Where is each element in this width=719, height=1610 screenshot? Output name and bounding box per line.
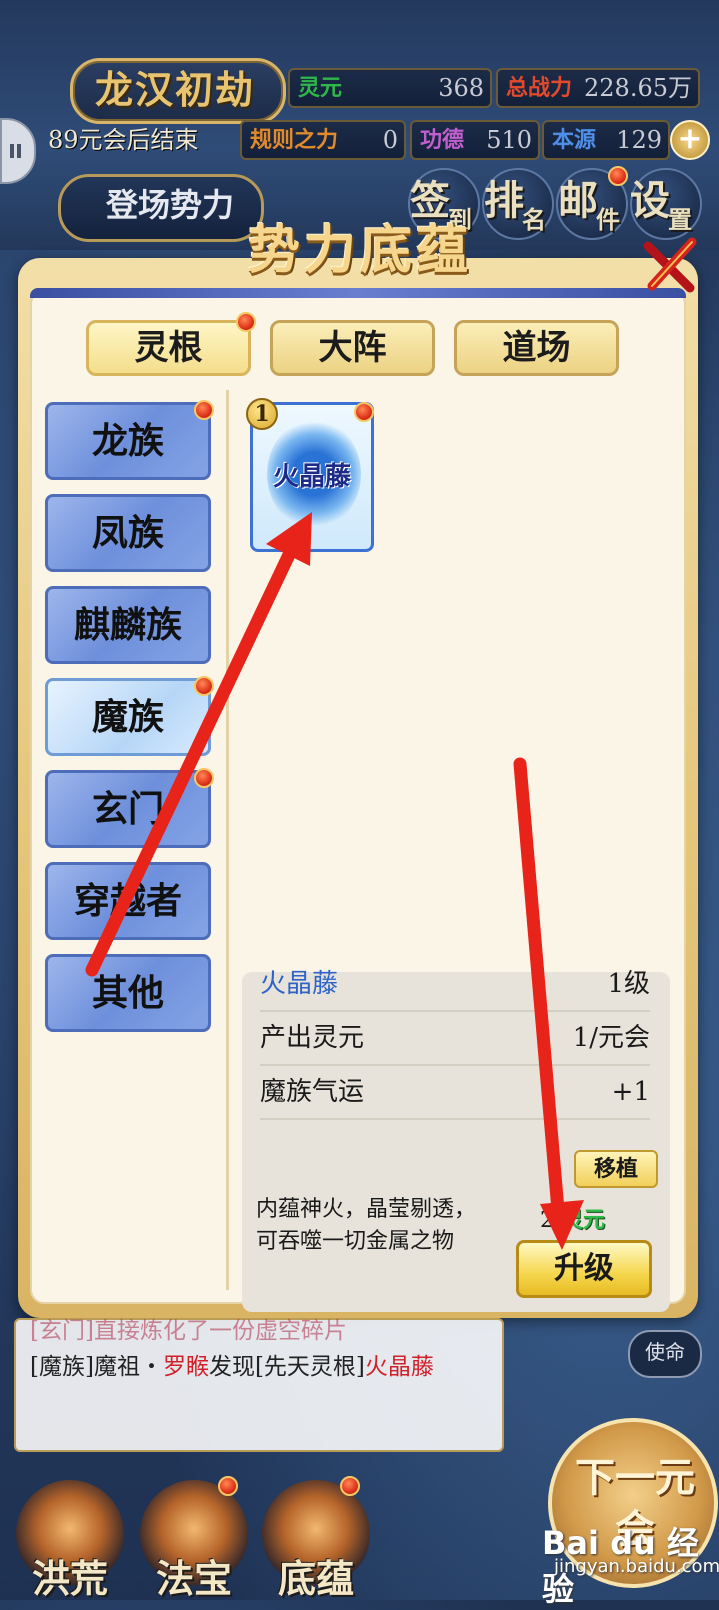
nav-heritage-label: 底蕴 [277, 1556, 354, 1601]
upgrade-button[interactable]: 升级 [516, 1240, 652, 1298]
log-name: 罗睺 [162, 1354, 209, 1380]
log-mid: 发现[先天灵根] [208, 1354, 365, 1380]
nav-treasure-label: 法宝 [155, 1556, 232, 1601]
info-row-name: 火晶藤 1级 [260, 958, 650, 1012]
stat-label: 规则之力 [250, 127, 339, 153]
stat-label: 总战力 [506, 75, 573, 101]
nav-heritage-badge [340, 1476, 360, 1496]
log-line: [魔族]魔祖・罗睺发现[先天灵根]火晶藤 [30, 1350, 490, 1384]
card-notification-dot [354, 402, 374, 422]
info-label: 魔族气运 [260, 1077, 365, 1107]
stat-value: 510 [486, 126, 532, 154]
sidebar-item-xuanmen[interactable]: 玄门 [45, 770, 211, 848]
mail-label-small: 件 [596, 205, 620, 234]
stat-lingyuan: 灵元 368 [288, 68, 492, 108]
sidebar-item-traveler[interactable]: 穿越者 [45, 862, 211, 940]
description-line: 可吞噬一切金属之物 [256, 1229, 455, 1254]
info-row-fortune: 魔族气运 +1 [260, 1066, 650, 1120]
sidebar-item-demon[interactable]: 魔族 [45, 678, 211, 756]
info-label: 产出灵元 [260, 1023, 365, 1053]
panel-title: 势力底蕴 [247, 220, 472, 281]
log-line: [玄门]直接炼化了一份虚空碎片 [30, 1318, 347, 1344]
log-item: 火晶藤 [364, 1354, 434, 1380]
sidebar-item-qilin[interactable]: 麒麟族 [45, 586, 211, 664]
sidebar-item-other[interactable]: 其他 [45, 954, 211, 1032]
mail-notification-dot [608, 166, 628, 186]
stat-value: 129 [616, 126, 662, 154]
card-name: 火晶藤 [272, 462, 351, 492]
upgrade-cost: 2 灵元 [540, 1204, 652, 1236]
mission-button[interactable]: 使命 [628, 1330, 702, 1378]
stat-origin: 本源 129 [542, 120, 670, 160]
tab-grand-array[interactable]: 大阵 [270, 320, 435, 376]
era-title: 龙汉初劫 [94, 67, 255, 112]
nav-treasure-badge [218, 1476, 238, 1496]
sidebar-item-dragon[interactable]: 龙族 [45, 402, 211, 480]
stat-value: 0 [382, 126, 398, 154]
plus-icon[interactable]: + [670, 120, 710, 160]
info-value: +1 [611, 1077, 650, 1107]
stat-label: 灵元 [298, 75, 343, 101]
sidebar-item-phoenix[interactable]: 凤族 [45, 494, 211, 572]
sidebar-xuanmen-badge [194, 768, 214, 788]
settings-label-small: 置 [668, 205, 692, 234]
cost-amount: 2 [540, 1208, 554, 1233]
description-line: 内蕴神火，晶莹剔透， [256, 1197, 477, 1222]
close-icon[interactable] [640, 236, 700, 296]
panel-top-band [30, 288, 686, 298]
info-value: 1/元会 [572, 1023, 650, 1053]
item-description: 内蕴神火，晶莹剔透， 可吞噬一切金属之物 [256, 1194, 496, 1264]
stat-value: 228.65万 [584, 74, 692, 102]
sidebar-dragon-badge [194, 400, 214, 420]
item-level: 1级 [607, 969, 650, 999]
tab-spirit-root-badge [236, 312, 256, 332]
stat-merit: 功德 510 [410, 120, 540, 160]
log-prefix: [魔族]魔祖・ [30, 1354, 163, 1380]
info-row-output: 产出灵元 1/元会 [260, 1012, 650, 1066]
sidebar-demon-badge [194, 676, 214, 696]
watermark-site: jingyan.baidu.com [554, 1556, 719, 1577]
nav-primordial-label: 洪荒 [31, 1556, 108, 1601]
item-name: 火晶藤 [260, 969, 339, 999]
stat-rule-power: 规则之力 0 [240, 120, 406, 160]
tab-spirit-root[interactable]: 灵根 [86, 320, 251, 376]
stat-label: 本源 [552, 127, 597, 153]
transplant-button[interactable]: 移植 [574, 1150, 658, 1188]
tab-dojo[interactable]: 道场 [454, 320, 619, 376]
mail-label-big: 邮 [558, 177, 598, 224]
panel-divider [226, 390, 229, 1290]
era-countdown: 89元会后结束 [48, 126, 199, 154]
stat-value: 368 [438, 74, 484, 102]
stat-label: 功德 [420, 127, 465, 153]
settings-label-big: 设 [630, 177, 670, 224]
stat-total-power: 总战力 228.65万 [496, 68, 700, 108]
ranking-label-small: 名 [522, 205, 546, 234]
cost-unit: 灵元 [561, 1207, 606, 1233]
card-level-badge: 1 [246, 398, 278, 430]
